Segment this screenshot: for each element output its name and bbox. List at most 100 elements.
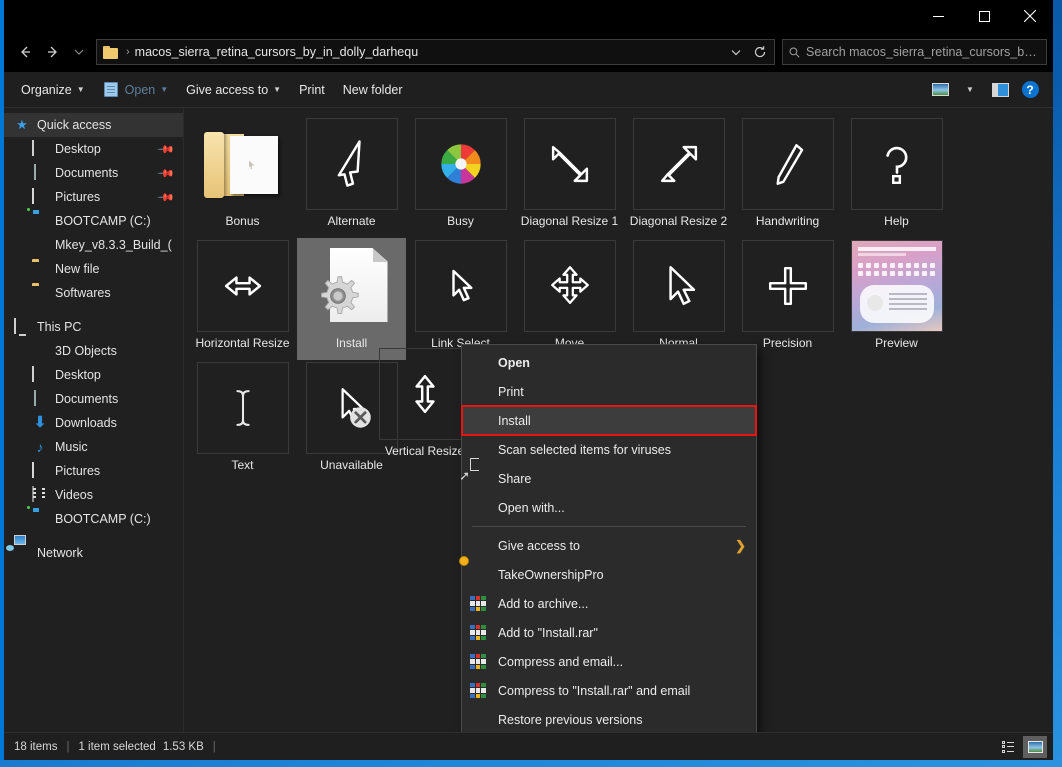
context-menu-item-compress-and-email[interactable]: Compress and email... (462, 647, 756, 676)
view-dropdown-button[interactable]: ▼ (955, 77, 985, 103)
sidebar-item-label: Network (37, 546, 83, 560)
sidebar-item-3d-objects[interactable]: 3D Objects (4, 339, 183, 363)
file-name: Text (231, 458, 254, 472)
notepad-icon (103, 81, 120, 98)
file-item-install[interactable]: Install (297, 238, 406, 360)
sidebar-item-videos[interactable]: Videos (4, 483, 183, 507)
open-button[interactable]: Open ▼ (94, 77, 178, 103)
title-bar-drag-area[interactable] (4, 0, 915, 32)
context-menu-item-print[interactable]: Print (462, 377, 756, 406)
takeown-icon (470, 567, 488, 583)
file-thumbnail (523, 118, 616, 210)
organize-button[interactable]: Organize ▼ (12, 77, 94, 103)
avast-icon (470, 442, 488, 458)
menu-item-icon-slot (470, 500, 488, 516)
sidebar-item-downloads[interactable]: ⬇ Downloads (4, 411, 183, 435)
context-menu-item-compress-to-install-rar-and-email[interactable]: Compress to "Install.rar" and email (462, 676, 756, 705)
sidebar-item-bootcamp-c-pc[interactable]: BOOTCAMP (C:) (4, 507, 183, 531)
context-menu-item-restore-previous-versions[interactable]: Restore previous versions (462, 705, 756, 732)
chevron-down-icon[interactable] (724, 40, 748, 64)
sidebar-item-label: Desktop (55, 368, 101, 382)
context-menu-item-give-access-to[interactable]: Give access to ❯ (462, 531, 756, 560)
file-item[interactable]: Move (515, 238, 624, 360)
minimize-button[interactable] (915, 0, 961, 32)
file-item[interactable]: Horizontal Resize (188, 238, 297, 360)
navigation-pane[interactable]: ★ Quick access Desktop 📌 Documents 📌 Pic… (4, 108, 184, 732)
address-bar-row: › macos_sierra_retina_cursors_by_in_doll… (4, 32, 1053, 72)
file-name: Vertical Resize (384, 444, 465, 458)
back-button[interactable] (12, 39, 38, 65)
sidebar-item-pictures-pc[interactable]: Pictures (4, 459, 183, 483)
file-list-view[interactable]: Bonus Alternate Busy Diagonal Resize 1 D… (184, 108, 1053, 732)
context-menu-item-open[interactable]: Open (462, 348, 756, 377)
file-item[interactable]: Diagonal Resize 1 (515, 116, 624, 238)
file-thumbnail (305, 118, 398, 210)
sidebar-item-pictures[interactable]: Pictures 📌 (4, 185, 183, 209)
file-item[interactable]: Busy (406, 116, 515, 238)
sidebar-item-softwares[interactable]: Softwares (4, 281, 183, 305)
new-folder-label: New folder (342, 82, 403, 97)
sidebar-item-documents-pc[interactable]: Documents (4, 387, 183, 411)
sidebar-item-bootcamp-c[interactable]: BOOTCAMP (C:) (4, 209, 183, 233)
search-input[interactable]: Search macos_sierra_retina_cursors_by_in… (806, 45, 1040, 59)
file-item[interactable]: Help (842, 116, 951, 238)
sidebar-item-new-file[interactable]: New file (4, 257, 183, 281)
folder-open-icon (203, 130, 282, 198)
context-menu-item-open-with[interactable]: Open with... (462, 493, 756, 522)
print-button[interactable]: Print (290, 77, 334, 103)
context-menu-item-install[interactable]: Install (461, 405, 757, 436)
context-menu-item-scan-for-viruses[interactable]: Scan selected items for viruses (462, 435, 756, 464)
large-icons-view-button[interactable] (1023, 735, 1047, 758)
file-item[interactable]: Text (188, 360, 297, 482)
file-item[interactable]: Link Select (406, 238, 515, 360)
file-name: Diagonal Resize 1 (520, 214, 619, 228)
context-menu-item-add-to-install-rar[interactable]: Add to "Install.rar" (462, 618, 756, 647)
search-box[interactable]: Search macos_sierra_retina_cursors_by_in… (782, 39, 1047, 65)
sidebar-item-music[interactable]: ♪ Music (4, 435, 183, 459)
pin-icon[interactable]: 📌 (157, 188, 176, 206)
sidebar-item-mkey[interactable]: Mkey_v8.3.3_Build_( (4, 233, 183, 257)
context-menu-item-takeownershippro[interactable]: TakeOwnershipPro (462, 560, 756, 589)
pin-icon[interactable]: 📌 (157, 140, 176, 158)
help-button[interactable]: ? (1015, 77, 1045, 103)
sidebar-item-network[interactable]: Network (4, 541, 183, 565)
context-menu[interactable]: Open Print Install Scan selected items f… (461, 344, 757, 732)
breadcrumb-path[interactable]: macos_sierra_retina_cursors_by_in_dolly_… (135, 45, 724, 59)
file-item[interactable]: Handwriting (733, 116, 842, 238)
maximize-button[interactable] (961, 0, 1007, 32)
file-item[interactable]: Preview (842, 238, 951, 360)
file-item[interactable]: Diagonal Resize 2 (624, 116, 733, 238)
details-view-button[interactable] (997, 736, 1021, 758)
file-thumbnail (741, 118, 834, 210)
menu-item-icon-slot (470, 384, 488, 400)
video-icon (32, 486, 48, 503)
new-folder-button[interactable]: New folder (334, 77, 412, 103)
context-menu-item-add-to-archive[interactable]: Add to archive... (462, 589, 756, 618)
recent-locations-button[interactable] (68, 39, 90, 65)
preview-pane-icon (991, 82, 1009, 97)
menu-item-label: Scan selected items for viruses (498, 442, 671, 457)
preview-image-icon (851, 241, 942, 331)
sidebar-item-quick-access[interactable]: ★ Quick access (4, 113, 183, 137)
menu-item-label: Restore previous versions (498, 712, 643, 727)
change-view-button[interactable] (925, 77, 955, 103)
context-menu-item-share[interactable]: Share (462, 464, 756, 493)
file-item[interactable]: Bonus (188, 116, 297, 238)
file-name: Horizontal Resize (195, 336, 290, 350)
give-access-to-button[interactable]: Give access to ▼ (177, 77, 290, 103)
sidebar-item-desktop-pc[interactable]: Desktop (4, 363, 183, 387)
file-item[interactable]: Alternate (297, 116, 406, 238)
file-item[interactable]: Precision (733, 238, 842, 360)
file-item[interactable]: Normal (624, 238, 733, 360)
sidebar-item-desktop[interactable]: Desktop 📌 (4, 137, 183, 161)
pin-icon[interactable]: 📌 (157, 164, 176, 182)
preview-pane-button[interactable] (985, 77, 1015, 103)
forward-button[interactable] (40, 39, 66, 65)
sidebar-item-this-pc[interactable]: This PC (4, 315, 183, 339)
sidebar-item-label: BOOTCAMP (C:) (55, 512, 151, 526)
breadcrumb[interactable]: › macos_sierra_retina_cursors_by_in_doll… (96, 39, 775, 65)
close-button[interactable] (1007, 0, 1053, 32)
sidebar-item-documents[interactable]: Documents 📌 (4, 161, 183, 185)
refresh-icon[interactable] (748, 40, 772, 64)
